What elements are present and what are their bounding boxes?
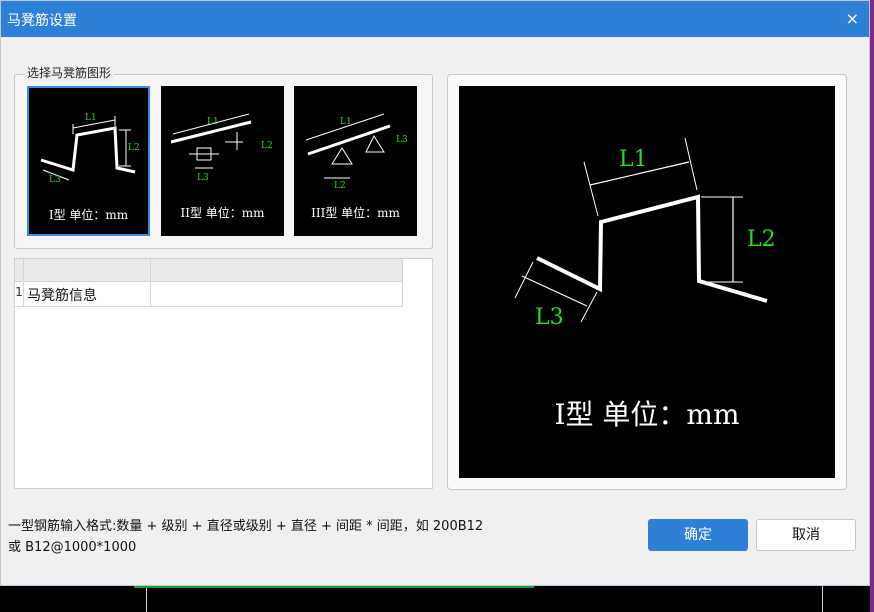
table-row[interactable]: 1 马凳筋信息 [15, 281, 403, 307]
row-number: 1 [15, 285, 23, 299]
dim-label-l2: L2 [334, 181, 346, 191]
shape-group-label: 选择马凳筋图形 [24, 64, 115, 81]
dim-label-l1: L1 [340, 117, 352, 127]
dim-label-l3: L3 [197, 173, 209, 183]
dim-label-l1: L1 [619, 147, 648, 172]
confirm-button[interactable]: 确定 [648, 519, 748, 551]
table-header [15, 259, 402, 282]
hint-line-1: 一型钢筋输入格式:数量 + 级别 + 直径或级别 + 直径 + 间距 * 间距，… [8, 519, 484, 534]
dim-label-l1: L1 [207, 117, 219, 127]
shape-option-type-iii[interactable]: L1 L3 L2 III型 单位：mm [294, 86, 417, 236]
shape-option-label: III型 单位：mm [311, 206, 400, 220]
dim-label-l3: L3 [396, 135, 408, 145]
input-format-hint: 一型钢筋输入格式:数量 + 级别 + 直径或级别 + 直径 + 间距 * 间距，… [8, 516, 628, 558]
dim-label-l1: L1 [85, 113, 97, 123]
background-cad-line [822, 586, 823, 612]
dim-label-l2: L2 [128, 143, 140, 153]
dialog-title: 马凳筋设置 [7, 13, 77, 29]
shape-option-type-ii[interactable]: L1 L2 L3 II型 单位：mm [161, 86, 284, 236]
hint-line-2: 或 B12@1000*1000 [8, 540, 137, 555]
row-label: 马凳筋信息 [27, 288, 97, 304]
dim-label-l3: L3 [49, 175, 61, 185]
background-cad-line [870, 0, 874, 612]
dim-label-l2: L2 [747, 227, 776, 252]
rebar-info-table: 1 马凳筋信息 [14, 258, 433, 489]
shape-option-label: I型 单位：mm [48, 208, 129, 222]
dim-label-l2: L2 [261, 141, 273, 151]
background-cad-line [134, 586, 534, 588]
background-cad-line [146, 588, 147, 612]
cancel-button[interactable]: 取消 [756, 519, 856, 551]
close-icon[interactable]: × [846, 9, 859, 28]
shape-option-type-i[interactable]: L1 L2 L3 I型 单位：mm [27, 86, 150, 236]
preview-label: I型 单位：mm [554, 398, 740, 431]
title-bar: 马凳筋设置 × [1, 1, 869, 37]
dim-label-l3: L3 [535, 305, 564, 330]
shape-option-label: II型 单位：mm [180, 206, 265, 220]
preview-canvas: L1 L2 L3 I型 单位：mm [459, 86, 835, 478]
